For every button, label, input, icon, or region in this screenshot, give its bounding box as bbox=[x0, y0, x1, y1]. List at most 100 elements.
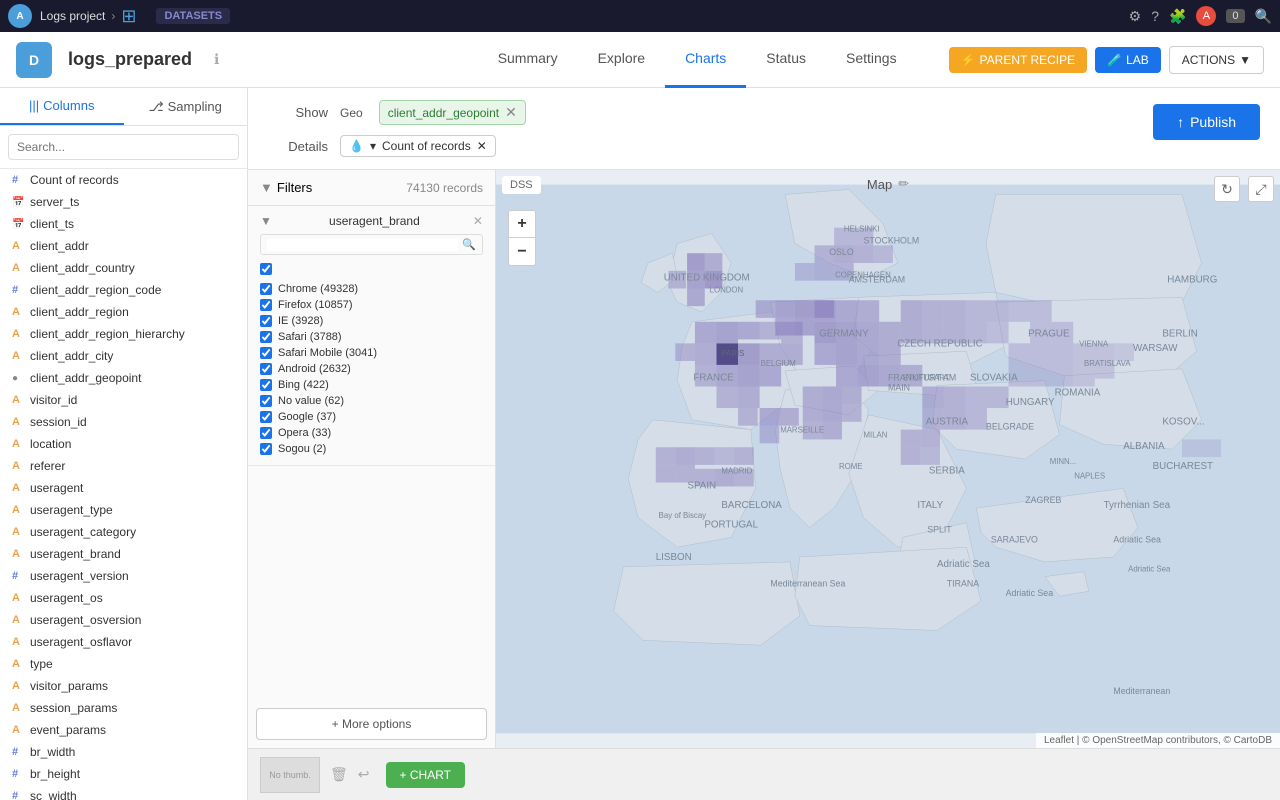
list-item[interactable]: #client_addr_region_code bbox=[0, 279, 247, 301]
search-icon[interactable]: 🔍 bbox=[1255, 8, 1272, 25]
parent-recipe-button[interactable]: ⚡ PARENT RECIPE bbox=[949, 47, 1088, 73]
refresh-button[interactable]: ↻ bbox=[1214, 176, 1240, 202]
zoom-controls: + − bbox=[508, 210, 536, 266]
list-item[interactable]: #useragent_version bbox=[0, 565, 247, 587]
tab-summary[interactable]: Summary bbox=[478, 32, 578, 88]
settings-icon[interactable]: ⚙ bbox=[1129, 8, 1142, 25]
filter-option[interactable]: Opera (33) bbox=[260, 425, 483, 441]
add-chart-button[interactable]: + CHART bbox=[386, 762, 465, 788]
zoom-out-button[interactable]: − bbox=[508, 238, 536, 266]
filter-option[interactable]: Google (37) bbox=[260, 409, 483, 425]
zoom-in-button[interactable]: + bbox=[508, 210, 536, 238]
tab-columns[interactable]: ||| Columns bbox=[0, 88, 124, 125]
plugins-icon[interactable]: 🧩 bbox=[1169, 8, 1186, 25]
list-item[interactable]: Aclient_addr_city bbox=[0, 345, 247, 367]
list-item[interactable]: Alocation bbox=[0, 433, 247, 455]
list-item[interactable]: Asession_params bbox=[0, 697, 247, 719]
filter-checkbox[interactable] bbox=[260, 427, 272, 439]
tab-status[interactable]: Status bbox=[746, 32, 826, 88]
remove-details-field-button[interactable]: ✕ bbox=[477, 139, 487, 153]
list-item[interactable]: #br_width bbox=[0, 741, 247, 763]
filter-checkbox[interactable] bbox=[260, 347, 272, 359]
user-avatar[interactable]: A bbox=[1196, 6, 1216, 26]
restore-chart-icon[interactable]: ↩ bbox=[358, 766, 370, 783]
list-item[interactable]: Aclient_addr_country bbox=[0, 257, 247, 279]
list-item[interactable]: 📅server_ts bbox=[0, 191, 247, 213]
filter-remove-icon[interactable]: ✕ bbox=[473, 214, 483, 228]
filters-toggle-icon[interactable]: ▼ bbox=[260, 180, 273, 195]
filter-option[interactable]: Sogou (2) bbox=[260, 441, 483, 457]
list-item[interactable]: Atype bbox=[0, 653, 247, 675]
svg-text:SERBIA: SERBIA bbox=[929, 466, 965, 477]
list-item[interactable]: Auseragent_type bbox=[0, 499, 247, 521]
filter-checkbox[interactable] bbox=[260, 283, 272, 295]
list-item[interactable]: Asession_id bbox=[0, 411, 247, 433]
content-area: ▼ Filters 74130 records ▼ useragent_bran… bbox=[248, 170, 1280, 748]
list-item[interactable]: Aclient_addr_region_hierarchy bbox=[0, 323, 247, 345]
list-item[interactable]: Auseragent_category bbox=[0, 521, 247, 543]
publish-icon: ↑ bbox=[1177, 114, 1184, 130]
tab-explore[interactable]: Explore bbox=[578, 32, 665, 88]
more-options-button[interactable]: + More options bbox=[256, 708, 487, 740]
filter-checkbox[interactable] bbox=[260, 363, 272, 375]
publish-button[interactable]: ↑ Publish bbox=[1153, 104, 1260, 140]
list-item[interactable]: Auseragent_osversion bbox=[0, 609, 247, 631]
list-item[interactable]: #Count of records bbox=[0, 169, 247, 191]
lab-button[interactable]: 🧪 LAB bbox=[1095, 47, 1161, 73]
fullscreen-button[interactable]: ⤢ bbox=[1248, 176, 1274, 202]
filter-option[interactable]: Safari (3788) bbox=[260, 329, 483, 345]
filter-checkbox[interactable] bbox=[260, 299, 272, 311]
filter-checkbox[interactable] bbox=[260, 331, 272, 343]
type-icon-hash: # bbox=[12, 768, 24, 780]
notification-badge[interactable]: 0 bbox=[1226, 9, 1244, 23]
secondbar: D logs_prepared ℹ Summary Explore Charts… bbox=[0, 32, 1280, 88]
list-item[interactable]: 📅client_ts bbox=[0, 213, 247, 235]
list-item[interactable]: Aclient_addr bbox=[0, 235, 247, 257]
list-item[interactable]: Avisitor_id bbox=[0, 389, 247, 411]
chevron-icon[interactable]: ▾ bbox=[370, 139, 376, 153]
filter-option[interactable]: No value (62) bbox=[260, 393, 483, 409]
list-item[interactable]: Areferer bbox=[0, 455, 247, 477]
tab-sampling[interactable]: ⎇ Sampling bbox=[124, 88, 248, 125]
tab-charts[interactable]: Charts bbox=[665, 32, 746, 88]
list-item[interactable]: Aevent_params bbox=[0, 719, 247, 741]
list-item[interactable]: #br_height bbox=[0, 763, 247, 785]
filter-checkbox[interactable] bbox=[260, 315, 272, 327]
filter-checkbox[interactable] bbox=[260, 443, 272, 455]
list-item[interactable]: Aclient_addr_region bbox=[0, 301, 247, 323]
filter-option[interactable]: Firefox (10857) bbox=[260, 297, 483, 313]
show-field-pill: client_addr_geopoint ✕ bbox=[379, 100, 526, 125]
remove-show-field-button[interactable]: ✕ bbox=[505, 104, 517, 121]
filter-search-input[interactable] bbox=[267, 239, 458, 251]
type-icon-str: A bbox=[12, 724, 24, 736]
filter-checkbox[interactable] bbox=[260, 411, 272, 423]
list-item[interactable]: Auseragent_os bbox=[0, 587, 247, 609]
svg-text:SPLIT: SPLIT bbox=[927, 525, 952, 535]
filter-toggle-arrow[interactable]: ▼ bbox=[260, 214, 272, 228]
list-item[interactable]: Auseragent bbox=[0, 477, 247, 499]
chart-thumbnail[interactable]: No thumb. bbox=[260, 757, 320, 793]
datasets-label[interactable]: DATASETS bbox=[156, 8, 230, 24]
filter-checkbox[interactable] bbox=[260, 395, 272, 407]
delete-chart-icon[interactable]: 🗑 bbox=[330, 766, 348, 783]
list-item[interactable]: #sc_width bbox=[0, 785, 247, 800]
actions-button[interactable]: ACTIONS ▼ bbox=[1169, 46, 1264, 74]
tab-settings[interactable]: Settings bbox=[826, 32, 917, 88]
list-item[interactable]: Avisitor_params bbox=[0, 675, 247, 697]
column-search-input[interactable] bbox=[8, 134, 239, 160]
filter-option[interactable]: Safari Mobile (3041) bbox=[260, 345, 483, 361]
list-item[interactable]: Auseragent_brand bbox=[0, 543, 247, 565]
filter-option[interactable]: Chrome (49328) bbox=[260, 281, 483, 297]
edit-pencil-icon[interactable]: ✏ bbox=[898, 176, 909, 192]
filter-option[interactable]: Android (2632) bbox=[260, 361, 483, 377]
type-icon-hash: # bbox=[12, 174, 24, 186]
list-item[interactable]: Auseragent_osflavor bbox=[0, 631, 247, 653]
list-item[interactable]: ●client_addr_geopoint bbox=[0, 367, 247, 389]
help-icon[interactable]: ? bbox=[1151, 8, 1159, 24]
dataset-name-edit-icon[interactable]: ℹ bbox=[214, 51, 219, 68]
project-name[interactable]: Logs project bbox=[40, 9, 105, 23]
filter-option[interactable]: IE (3928) bbox=[260, 313, 483, 329]
filter-checkbox[interactable] bbox=[260, 379, 272, 391]
filter-select-all-checkbox[interactable] bbox=[260, 263, 272, 275]
filter-option[interactable]: Bing (422) bbox=[260, 377, 483, 393]
